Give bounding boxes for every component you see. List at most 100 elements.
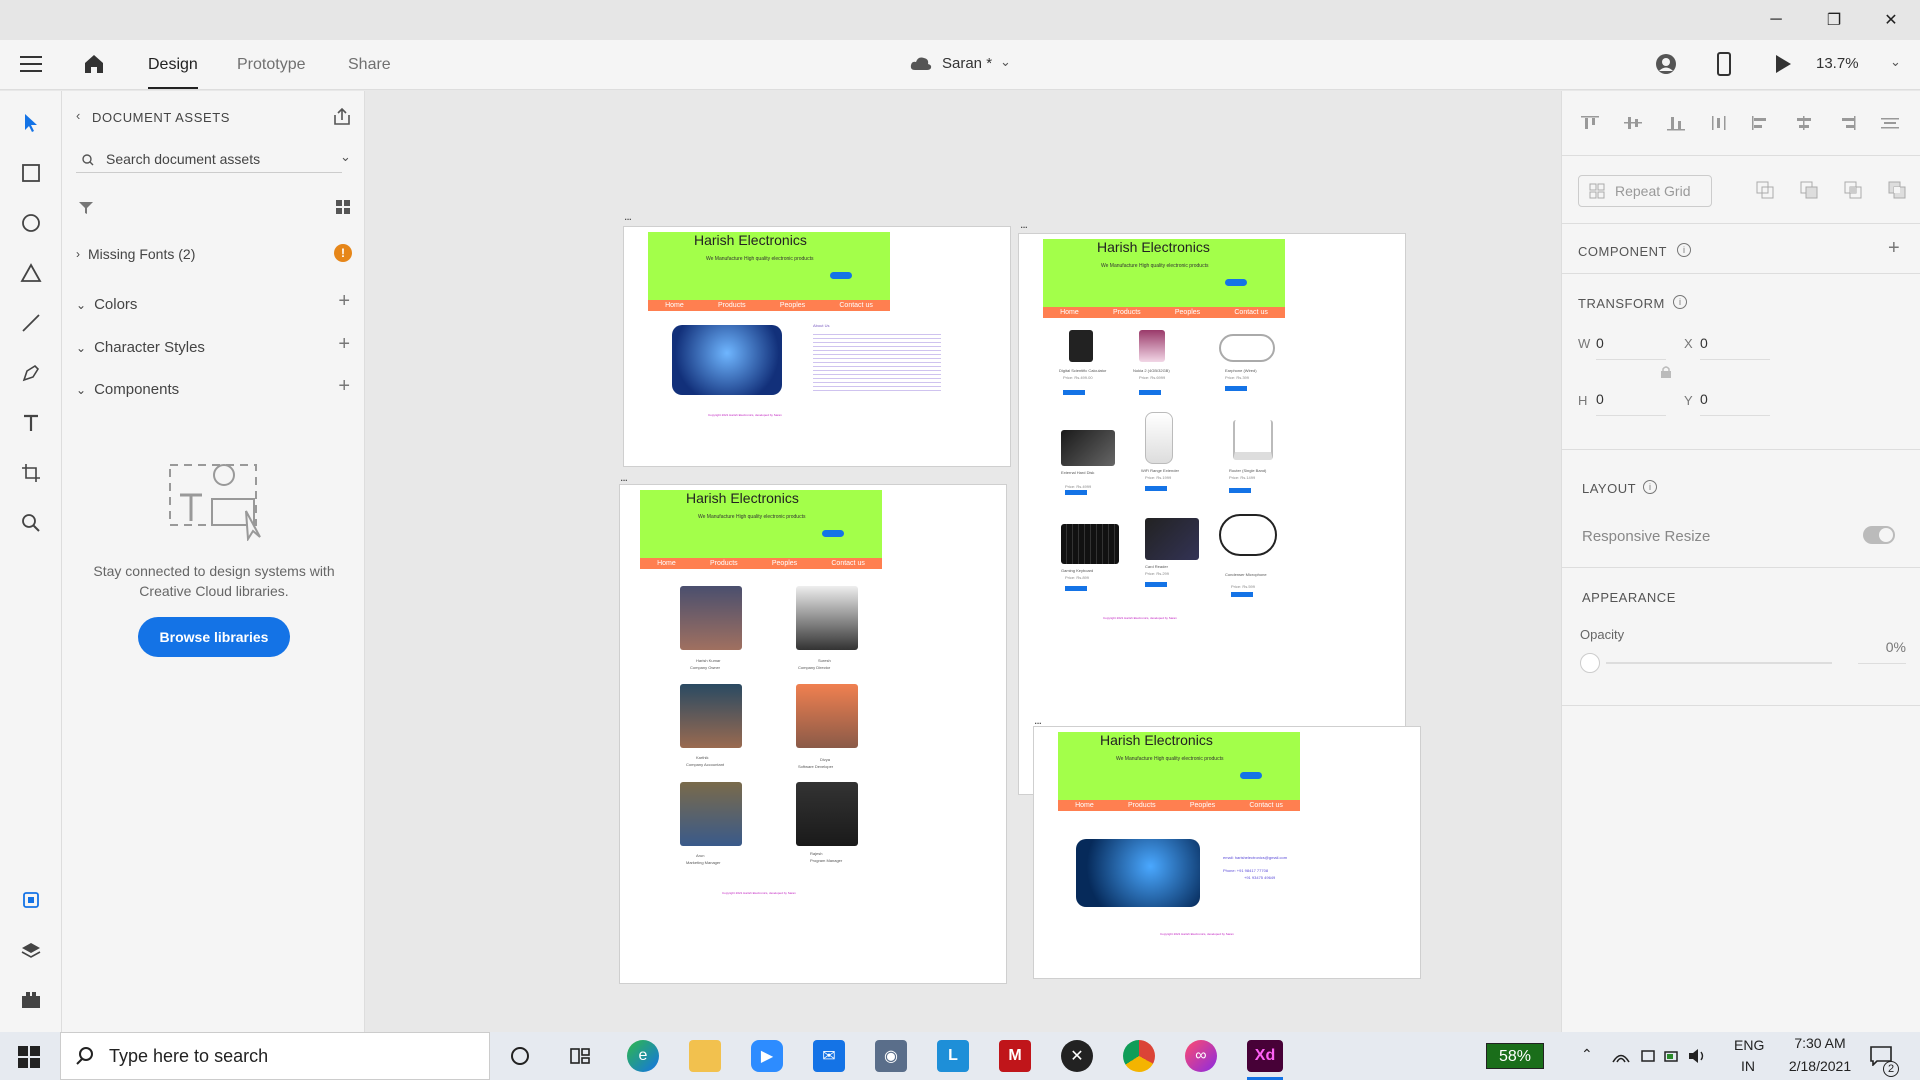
artboard-handle[interactable]: ... — [1020, 217, 1028, 231]
chevron-up-icon[interactable]: ⌃ — [1581, 1046, 1593, 1063]
zoom-level[interactable]: 13.7% — [1816, 55, 1859, 72]
edge-icon[interactable]: e — [627, 1040, 659, 1072]
task-view-icon[interactable] — [564, 1040, 596, 1072]
info-icon[interactable]: i — [1673, 295, 1687, 309]
align-right-icon[interactable] — [1837, 115, 1857, 131]
align-center-icon[interactable] — [1794, 115, 1814, 131]
windows-start-icon[interactable] — [18, 1046, 40, 1068]
battery-saver-icon[interactable] — [1664, 1048, 1680, 1064]
line-tool-icon[interactable] — [15, 307, 47, 339]
repeat-grid-button[interactable]: Repeat Grid — [1578, 175, 1712, 207]
text-tool-icon[interactable] — [15, 407, 47, 439]
volume-icon[interactable] — [1688, 1048, 1706, 1064]
language-label[interactable]: ENG — [1734, 1037, 1764, 1053]
maximize-button[interactable]: ❐ — [1805, 0, 1863, 40]
mobile-preview-icon[interactable] — [1716, 52, 1732, 76]
responsive-resize-toggle[interactable] — [1863, 526, 1895, 544]
menu-icon[interactable] — [20, 54, 42, 74]
align-left-icon[interactable] — [1751, 115, 1771, 131]
xbox-icon[interactable]: ✕ — [1061, 1040, 1093, 1072]
opacity-input[interactable]: 0% — [1858, 639, 1906, 664]
align-bottom-icon[interactable] — [1666, 115, 1686, 131]
clock-date[interactable]: 2/18/2021 — [1772, 1058, 1868, 1074]
tab-prototype[interactable]: Prototype — [237, 56, 305, 74]
add-color-icon[interactable]: + — [338, 290, 350, 313]
exclude-boolean-icon[interactable] — [1888, 181, 1906, 199]
x-input[interactable]: 0 — [1700, 335, 1770, 360]
cortana-icon[interactable] — [504, 1040, 536, 1072]
clock-time[interactable]: 7:30 AM — [1785, 1035, 1855, 1051]
minimize-button[interactable]: ─ — [1747, 0, 1805, 40]
lock-icon[interactable] — [1660, 365, 1672, 379]
browse-libraries-button[interactable]: Browse libraries — [138, 617, 290, 657]
warning-icon[interactable]: ! — [334, 244, 352, 262]
wifi-icon[interactable] — [1612, 1048, 1630, 1064]
align-top-icon[interactable] — [1580, 115, 1600, 131]
play-icon[interactable] — [1774, 54, 1792, 74]
add-component-icon[interactable]: + — [1888, 237, 1900, 260]
lync-icon[interactable]: L — [937, 1040, 969, 1072]
missing-fonts-row[interactable]: › Missing Fonts (2) — [76, 246, 195, 262]
design-canvas[interactable]: ... Harish Electronics We Manufacture Hi… — [366, 91, 1561, 1032]
document-name[interactable]: Saran * — [942, 55, 992, 72]
home-icon[interactable] — [82, 52, 106, 76]
distribute-vertical-icon[interactable] — [1709, 115, 1729, 131]
width-input[interactable]: 0 — [1596, 335, 1666, 360]
region-label[interactable]: IN — [1741, 1058, 1755, 1074]
creative-cloud-icon[interactable]: ∞ — [1185, 1040, 1217, 1072]
add-component-icon[interactable]: + — [338, 375, 350, 398]
device-icon[interactable] — [1640, 1048, 1656, 1064]
info-icon[interactable]: i — [1643, 480, 1657, 494]
tab-share[interactable]: Share — [348, 56, 391, 74]
tab-design[interactable]: Design — [148, 56, 198, 74]
artboard-products[interactable]: Harish Electronics We Manufacture High q… — [1018, 233, 1406, 795]
distribute-horizontal-icon[interactable] — [1880, 115, 1900, 131]
layers-icon[interactable] — [15, 934, 47, 966]
grid-view-icon[interactable] — [335, 199, 351, 215]
select-tool-icon[interactable] — [15, 107, 47, 139]
user-icon[interactable] — [1654, 52, 1678, 76]
align-middle-icon[interactable] — [1623, 115, 1643, 131]
artboard-handle[interactable]: ... — [620, 470, 628, 484]
opacity-slider-handle[interactable] — [1580, 653, 1600, 673]
intersect-boolean-icon[interactable] — [1844, 181, 1862, 199]
opacity-slider-track[interactable] — [1606, 662, 1832, 664]
pen-tool-icon[interactable] — [15, 357, 47, 389]
assets-search-input[interactable]: Search document assets — [106, 151, 260, 167]
adobe-xd-icon[interactable]: Xd — [1247, 1040, 1283, 1072]
mcafee-icon[interactable]: M — [999, 1040, 1031, 1072]
assets-icon[interactable] — [15, 884, 47, 916]
artboard-tool-icon[interactable] — [15, 457, 47, 489]
search-filter-chevron-icon[interactable]: ⌄ — [340, 149, 351, 165]
share-icon[interactable] — [332, 107, 352, 127]
plugins-icon[interactable] — [15, 984, 47, 1016]
character-styles-section[interactable]: ⌄ Character Styles — [76, 339, 205, 356]
taskbar-search[interactable]: Type here to search — [60, 1032, 490, 1080]
back-chevron-icon[interactable]: ‹ — [76, 108, 80, 123]
mail-icon[interactable]: ✉ — [813, 1040, 845, 1072]
battery-indicator[interactable]: 58% — [1486, 1043, 1544, 1069]
camera-icon[interactable]: ◉ — [875, 1040, 907, 1072]
y-input[interactable]: 0 — [1700, 391, 1770, 416]
zoom-dropdown-icon[interactable]: ⌄ — [1890, 54, 1901, 70]
close-button[interactable]: ✕ — [1862, 0, 1920, 40]
artboard-handle[interactable]: ... — [624, 209, 632, 223]
height-input[interactable]: 0 — [1596, 391, 1666, 416]
ellipse-tool-icon[interactable] — [15, 207, 47, 239]
artboard-handle[interactable]: ... — [1034, 713, 1042, 727]
chevron-down-icon[interactable]: ⌄ — [1000, 54, 1011, 70]
polygon-tool-icon[interactable] — [15, 257, 47, 289]
colors-section[interactable]: ⌄ Colors — [76, 296, 137, 313]
info-icon[interactable]: i — [1677, 243, 1691, 257]
subtract-boolean-icon[interactable] — [1800, 181, 1818, 199]
zoom-app-icon[interactable]: ▶ — [751, 1040, 783, 1072]
chrome-icon[interactable] — [1123, 1040, 1155, 1072]
artboard-contact[interactable]: Harish Electronics We Manufacture High q… — [1033, 726, 1421, 979]
artboard-about[interactable]: Harish Electronics We Manufacture High q… — [623, 226, 1011, 467]
add-boolean-icon[interactable] — [1756, 181, 1774, 199]
artboard-peoples[interactable]: Harish Electronics We Manufacture High q… — [619, 484, 1007, 984]
components-section[interactable]: ⌄ Components — [76, 381, 179, 398]
filter-icon[interactable] — [78, 201, 94, 215]
file-explorer-icon[interactable] — [689, 1040, 721, 1072]
rectangle-tool-icon[interactable] — [15, 157, 47, 189]
